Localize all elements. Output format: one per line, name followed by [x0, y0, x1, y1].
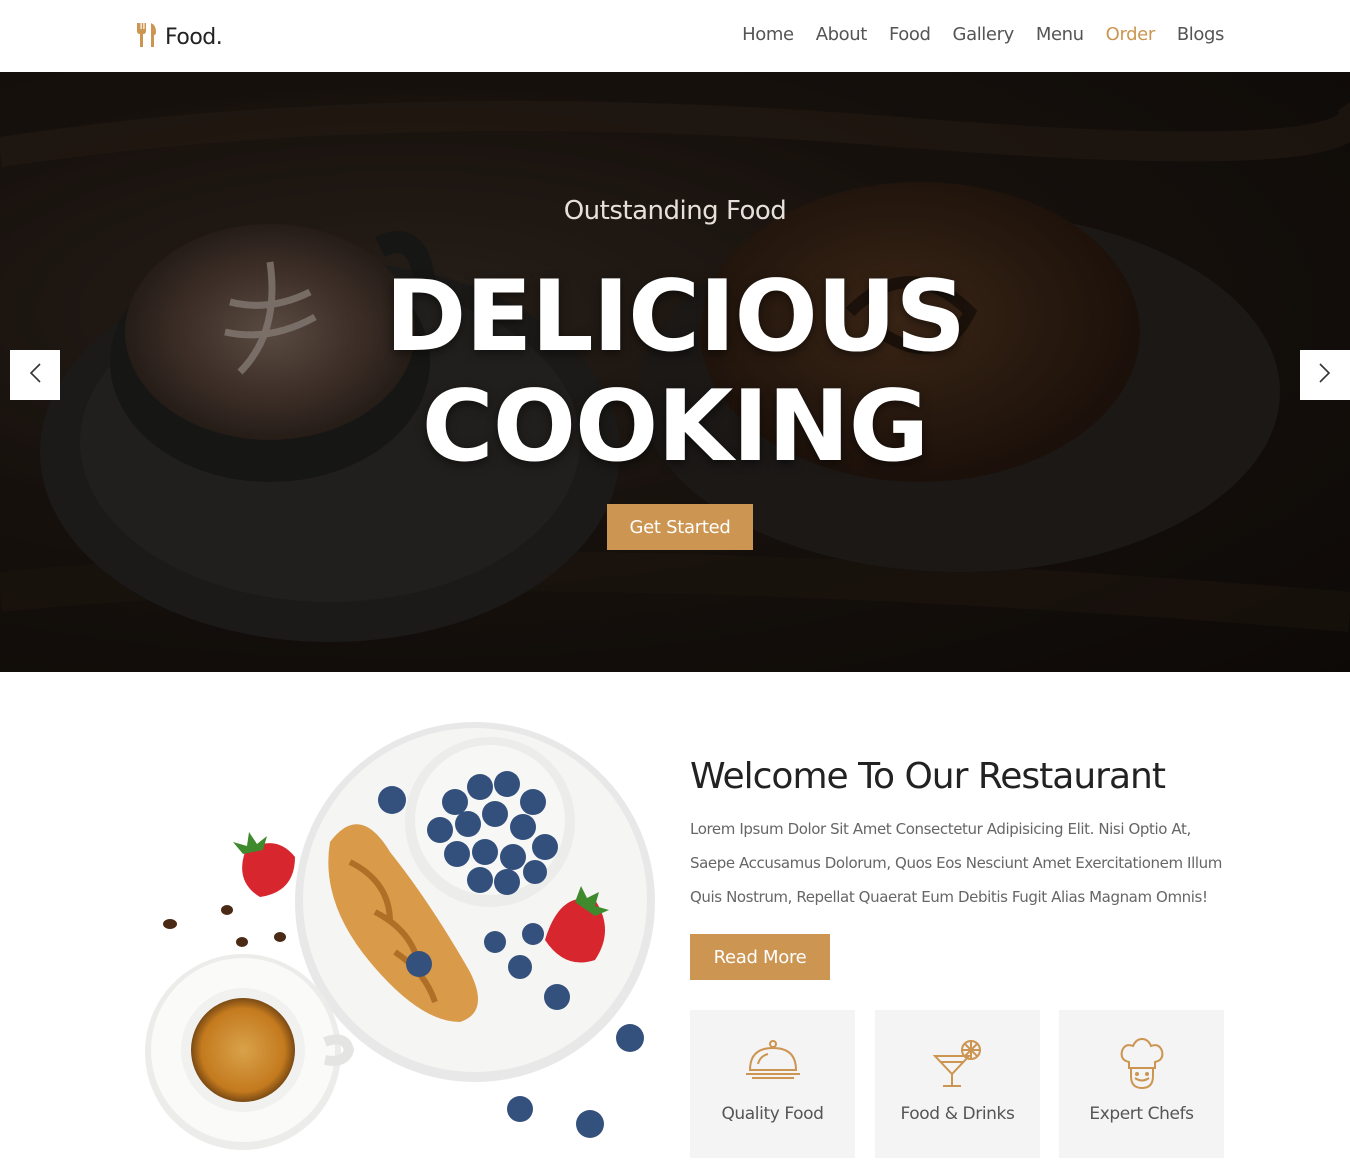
nav-gallery[interactable]: Gallery: [953, 24, 1015, 45]
slider-prev-button[interactable]: [10, 350, 60, 400]
about-description: Lorem Ipsum Dolor Sit Amet Consectetur A…: [690, 820, 1222, 906]
main-nav: Home About Food Gallery Menu Order Blogs: [742, 24, 1224, 45]
hero-title-line-2: COOKING: [421, 370, 929, 484]
nav-home[interactable]: Home: [742, 24, 794, 45]
nav-food[interactable]: Food: [889, 24, 931, 45]
nav-order[interactable]: Order: [1106, 24, 1156, 45]
hero-slider: Outstanding Food DELICIOUS COOKING Get S…: [0, 72, 1350, 672]
nav-menu[interactable]: Menu: [1036, 24, 1084, 45]
cocktail-icon: [875, 1038, 1040, 1094]
feature-expert-chefs: Expert Chefs: [1059, 1010, 1224, 1158]
feature-label: Expert Chefs: [1089, 1104, 1194, 1124]
feature-label: Quality Food: [721, 1104, 824, 1124]
feature-label: Food & Drinks: [900, 1104, 1015, 1124]
breakfast-image: [145, 722, 655, 1150]
logo[interactable]: Food.: [135, 22, 223, 52]
cloche-icon: [690, 1038, 855, 1094]
logo-text: Food.: [165, 24, 223, 50]
hero-title: DELICIOUS COOKING: [0, 262, 1350, 482]
about-title: Welcome To Our Restaurant: [690, 756, 1166, 797]
read-more-button[interactable]: Read More: [690, 934, 830, 980]
feature-food-drinks: Food & Drinks: [875, 1010, 1040, 1158]
slider-next-button[interactable]: [1300, 350, 1350, 400]
chevron-left-icon: [28, 362, 42, 388]
hero-subtitle: Outstanding Food: [563, 196, 787, 226]
feature-quality-food: Quality Food: [690, 1010, 855, 1158]
fork-spoon-icon: [135, 22, 157, 52]
nav-blogs[interactable]: Blogs: [1177, 24, 1225, 45]
nav-about[interactable]: About: [816, 24, 868, 45]
hero-title-line-1: DELICIOUS: [384, 260, 966, 374]
chef-hat-icon: [1059, 1038, 1224, 1094]
site-header: Food. Home About Food Gallery Menu Order…: [0, 0, 1350, 72]
get-started-button[interactable]: Get Started: [607, 504, 753, 550]
chevron-right-icon: [1318, 362, 1332, 388]
